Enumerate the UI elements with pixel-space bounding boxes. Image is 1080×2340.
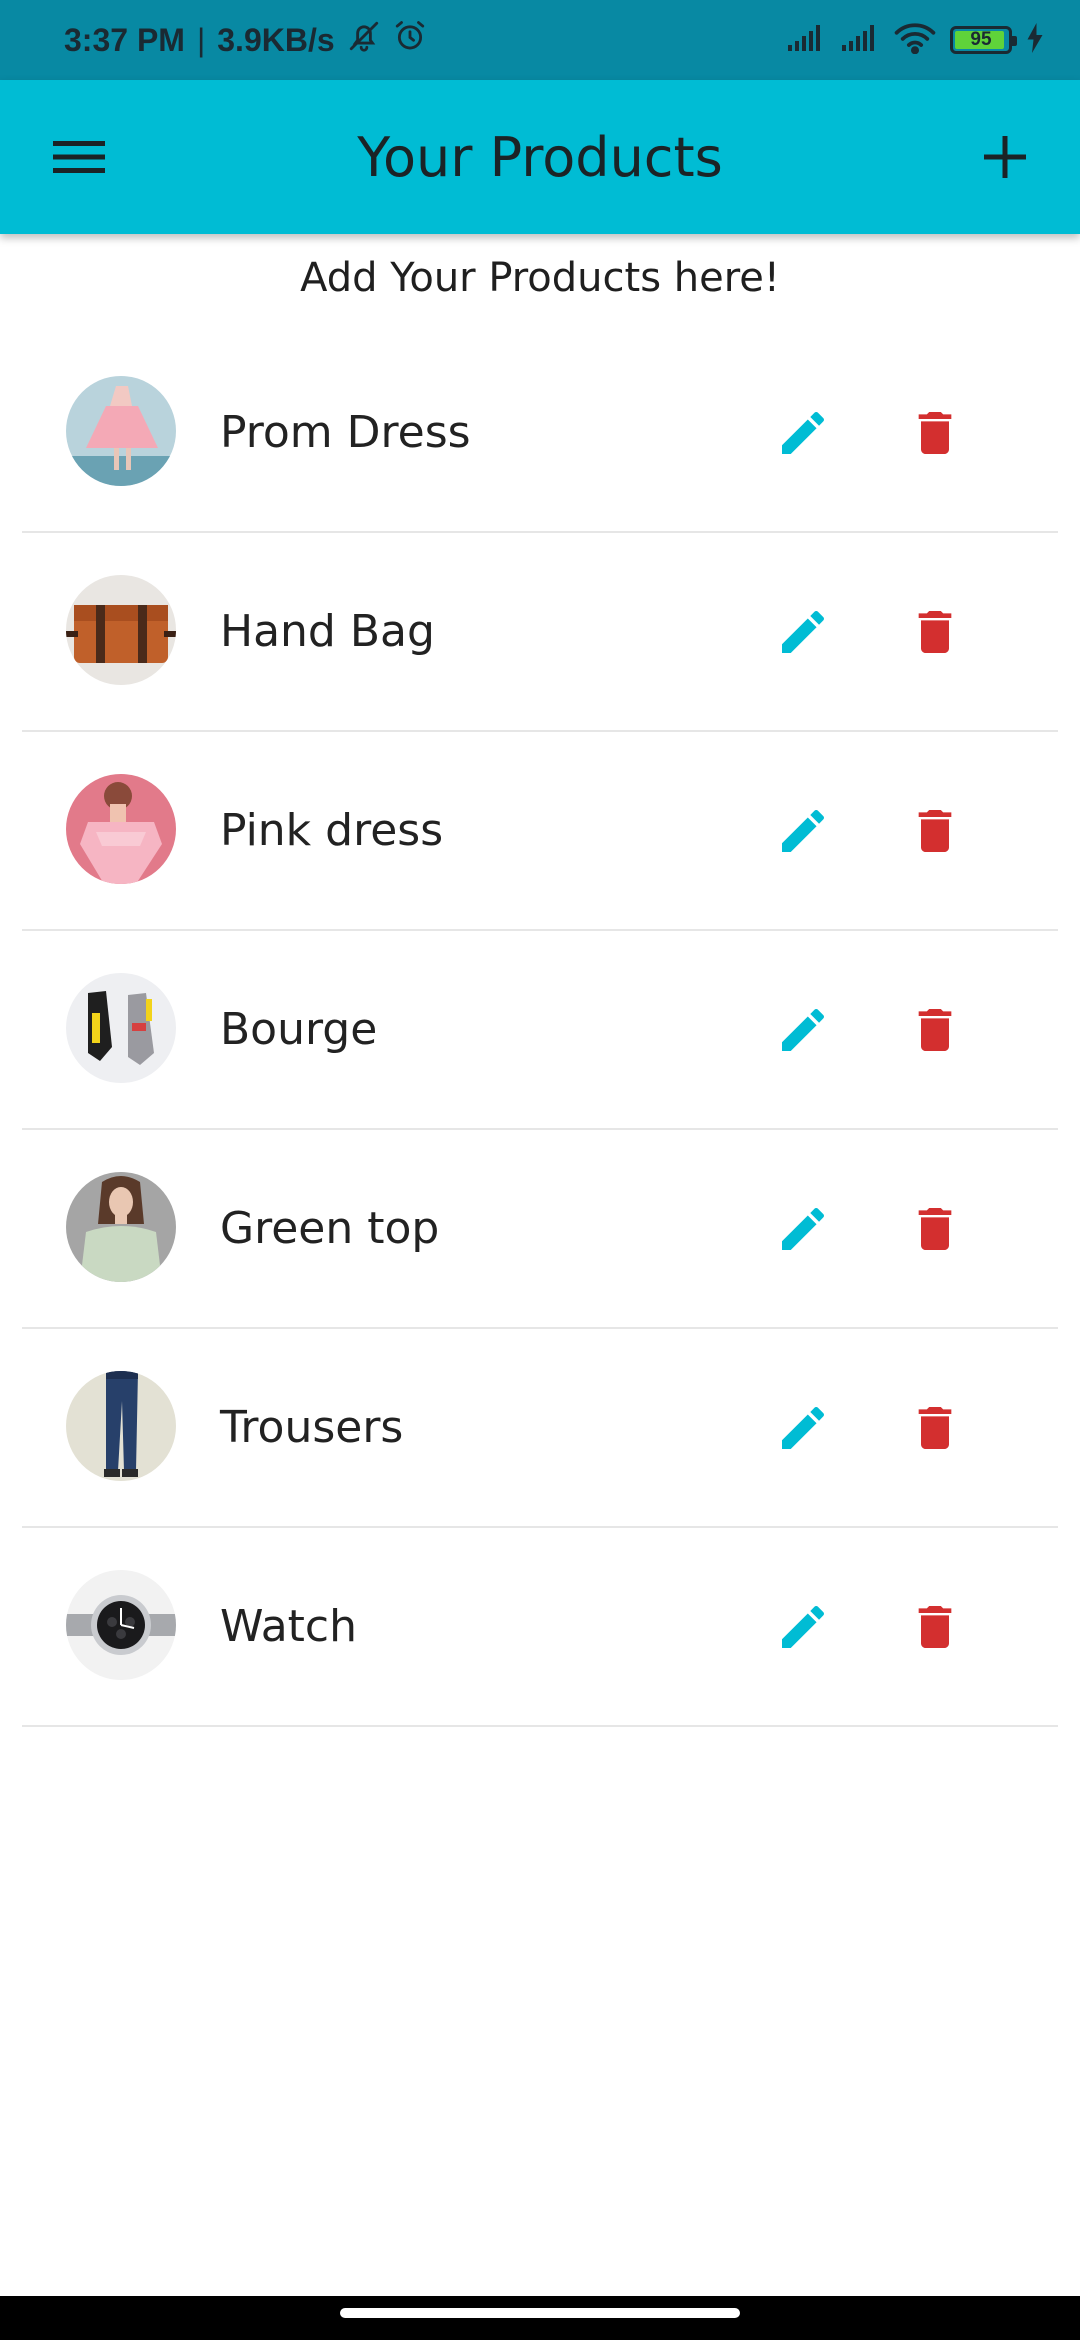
status-time: 3:37 PM	[64, 21, 185, 58]
list-item[interactable]: Pink dress	[22, 732, 1058, 931]
trash-icon	[918, 412, 952, 454]
alarm-icon	[393, 19, 427, 61]
trash-icon	[918, 611, 952, 653]
edit-button[interactable]	[768, 1194, 838, 1264]
pencil-icon	[782, 411, 825, 454]
delete-button[interactable]	[900, 1194, 970, 1264]
app-bar: Your Products	[0, 80, 1080, 234]
bell-off-icon	[347, 19, 381, 61]
product-image	[66, 1172, 176, 1282]
list-item[interactable]: Watch	[22, 1528, 1058, 1727]
pencil-icon	[782, 1605, 825, 1648]
battery-icon: 95	[950, 26, 1017, 54]
list-item[interactable]: Bourge	[22, 931, 1058, 1130]
edit-button[interactable]	[768, 796, 838, 866]
home-indicator[interactable]	[340, 2308, 740, 2318]
trash-icon	[918, 810, 952, 852]
delete-button[interactable]	[900, 597, 970, 667]
navigation-bar	[0, 2296, 1080, 2340]
product-name: Hand Bag	[220, 606, 435, 657]
edit-button[interactable]	[768, 1393, 838, 1463]
status-bar: 3:37 PM | 3.9KB/s 95	[0, 0, 1080, 80]
list-item[interactable]: Green top	[22, 1130, 1058, 1329]
delete-button[interactable]	[900, 995, 970, 1065]
delete-button[interactable]	[900, 1592, 970, 1662]
product-image	[66, 376, 176, 486]
screen: 3:37 PM | 3.9KB/s 95 Your Products Add Y…	[0, 0, 1080, 2340]
product-image	[66, 774, 176, 884]
trash-icon	[918, 1407, 952, 1449]
pencil-icon	[782, 809, 825, 852]
delete-button[interactable]	[900, 1393, 970, 1463]
delete-button[interactable]	[900, 398, 970, 468]
trash-icon	[918, 1009, 952, 1051]
edit-button[interactable]	[768, 1592, 838, 1662]
battery-tip	[1012, 36, 1017, 46]
product-image	[66, 575, 176, 685]
network-speed: 3.9KB/s	[217, 21, 335, 58]
signal-icon	[786, 23, 826, 57]
pencil-icon	[782, 1008, 825, 1051]
status-separator: |	[196, 21, 206, 58]
edit-button[interactable]	[768, 995, 838, 1065]
battery-level: 95	[970, 29, 992, 50]
subtitle: Add Your Products here!	[300, 255, 780, 301]
trash-icon	[918, 1606, 952, 1648]
edit-button[interactable]	[768, 597, 838, 667]
product-name: Green top	[220, 1203, 440, 1254]
signal-icon	[840, 23, 880, 57]
pencil-icon	[782, 610, 825, 653]
product-image	[66, 1371, 176, 1481]
pencil-icon	[782, 1207, 825, 1250]
product-name: Prom Dress	[220, 407, 471, 458]
list-item[interactable]: Hand Bag	[22, 533, 1058, 732]
status-right: 95	[786, 0, 1044, 80]
product-name: Trousers	[220, 1402, 404, 1453]
edit-button[interactable]	[768, 398, 838, 468]
delete-button[interactable]	[900, 796, 970, 866]
product-image	[66, 973, 176, 1083]
product-name: Watch	[220, 1601, 357, 1652]
trash-icon	[918, 1208, 952, 1250]
pencil-icon	[782, 1406, 825, 1449]
product-image	[66, 1570, 176, 1680]
list-item[interactable]: Trousers	[22, 1329, 1058, 1528]
wifi-icon	[894, 22, 936, 58]
product-name: Bourge	[220, 1004, 378, 1055]
list-item[interactable]: Prom Dress	[22, 334, 1058, 533]
product-name: Pink dress	[220, 805, 444, 856]
add-product-button[interactable]	[970, 122, 1040, 192]
status-left: 3:37 PM | 3.9KB/s	[64, 0, 427, 80]
charging-icon	[1026, 23, 1044, 57]
plus-icon	[984, 136, 1026, 178]
page-title: Your Products	[357, 125, 723, 189]
product-list: Prom Dress Hand Bag Pink dress Bourge Gr…	[22, 334, 1058, 1727]
